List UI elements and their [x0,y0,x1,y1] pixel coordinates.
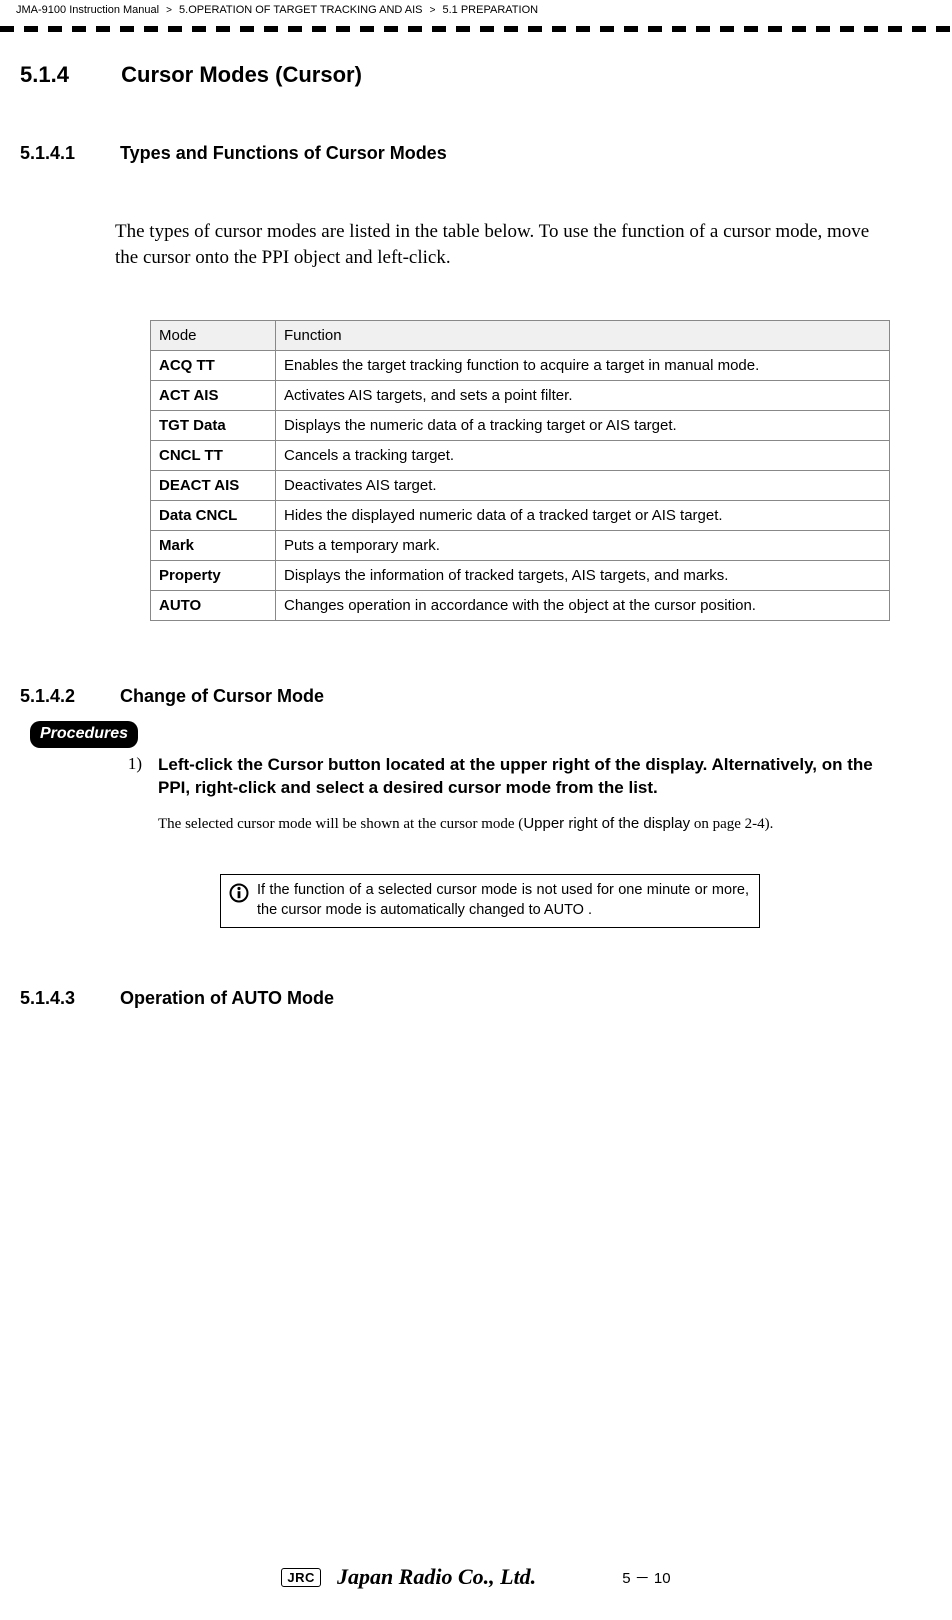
heading-title: Change of Cursor Mode [120,686,324,706]
chevron-right-icon: > [430,5,436,16]
heading-5-1-4: 5.1.4 Cursor Modes (Cursor) [20,62,892,88]
intro-paragraph: The types of cursor modes are listed in … [115,219,892,270]
mode-cell: DEACT AIS [151,471,276,501]
breadcrumb: JMA-9100 Instruction Manual > 5.OPERATIO… [0,0,952,20]
heading-5-1-4-1: 5.1.4.1 Types and Functions of Cursor Mo… [20,143,892,164]
mode-cell: Property [151,561,276,591]
breadcrumb-item: JMA-9100 Instruction Manual [16,4,159,16]
jrc-logo-script: Japan Radio Co., Ltd. [337,1564,536,1590]
page-footer: JRC Japan Radio Co., Ltd. 5 － 10 [0,1564,952,1590]
heading-number: 5.1.4.3 [20,988,115,1009]
heading-5-1-4-3: 5.1.4.3 Operation of AUTO Mode [20,988,892,1009]
jrc-logo-box: JRC [281,1568,321,1587]
table-row: AUTO Changes operation in accordance wit… [151,591,890,621]
step-body-text: on page 2-4). [690,816,773,832]
table-row: DEACT AIS Deactivates AIS target. [151,471,890,501]
heading-title: Operation of AUTO Mode [120,988,334,1008]
procedure-step: 1) Left-click the Cursor button located … [120,754,892,800]
mode-cell: AUTO [151,591,276,621]
mode-cell: CNCL TT [151,441,276,471]
heading-title: Cursor Modes (Cursor) [121,62,362,87]
mode-cell: ACT AIS [151,381,276,411]
table-row: TGT Data Displays the numeric data of a … [151,411,890,441]
function-cell: Activates AIS targets, and sets a point … [276,381,890,411]
function-cell: Puts a temporary mark. [276,531,890,561]
step-description: The selected cursor mode will be shown a… [158,814,892,834]
note-text: If the function of a selected cursor mod… [257,881,749,920]
table-row: CNCL TT Cancels a tracking target. [151,441,890,471]
cursor-modes-table: Mode Function ACQ TT Enables the target … [150,320,890,621]
mode-cell: Mark [151,531,276,561]
table-row: ACQ TT Enables the target tracking funct… [151,351,890,381]
heading-title: Types and Functions of Cursor Modes [120,143,447,163]
step-body-text: The selected cursor mode will be shown a… [158,816,523,832]
heading-5-1-4-2: 5.1.4.2 Change of Cursor Mode [20,686,892,707]
page-number: 5 － 10 [622,1567,670,1588]
breadcrumb-item: 5.1 PREPARATION [443,4,539,16]
step-number: 1) [120,754,142,800]
mode-cell: TGT Data [151,411,276,441]
step-body-ref: Upper right of the display [523,815,690,832]
function-cell: Enables the target tracking function to … [276,351,890,381]
procedures-badge: Procedures [30,721,138,748]
table-header-function: Function [276,321,890,351]
mode-cell: ACQ TT [151,351,276,381]
table-row: Data CNCL Hides the displayed numeric da… [151,501,890,531]
function-cell: Changes operation in accordance with the… [276,591,890,621]
step-instruction: Left-click the Cursor button located at … [158,754,892,800]
function-cell: Displays the numeric data of a tracking … [276,411,890,441]
function-cell: Displays the information of tracked targ… [276,561,890,591]
divider [0,26,952,32]
function-cell: Hides the displayed numeric data of a tr… [276,501,890,531]
mode-cell: Data CNCL [151,501,276,531]
info-note: If the function of a selected cursor mod… [220,874,760,927]
table-row: Mark Puts a temporary mark. [151,531,890,561]
chevron-right-icon: > [166,5,172,16]
function-cell: Deactivates AIS target. [276,471,890,501]
heading-number: 5.1.4.1 [20,143,115,164]
function-cell: Cancels a tracking target. [276,441,890,471]
table-row: ACT AIS Activates AIS targets, and sets … [151,381,890,411]
breadcrumb-item: 5.OPERATION OF TARGET TRACKING AND AIS [179,4,422,16]
table-header-mode: Mode [151,321,276,351]
info-icon [229,883,249,903]
heading-number: 5.1.4.2 [20,686,115,707]
heading-number: 5.1.4 [20,62,115,88]
table-row: Property Displays the information of tra… [151,561,890,591]
